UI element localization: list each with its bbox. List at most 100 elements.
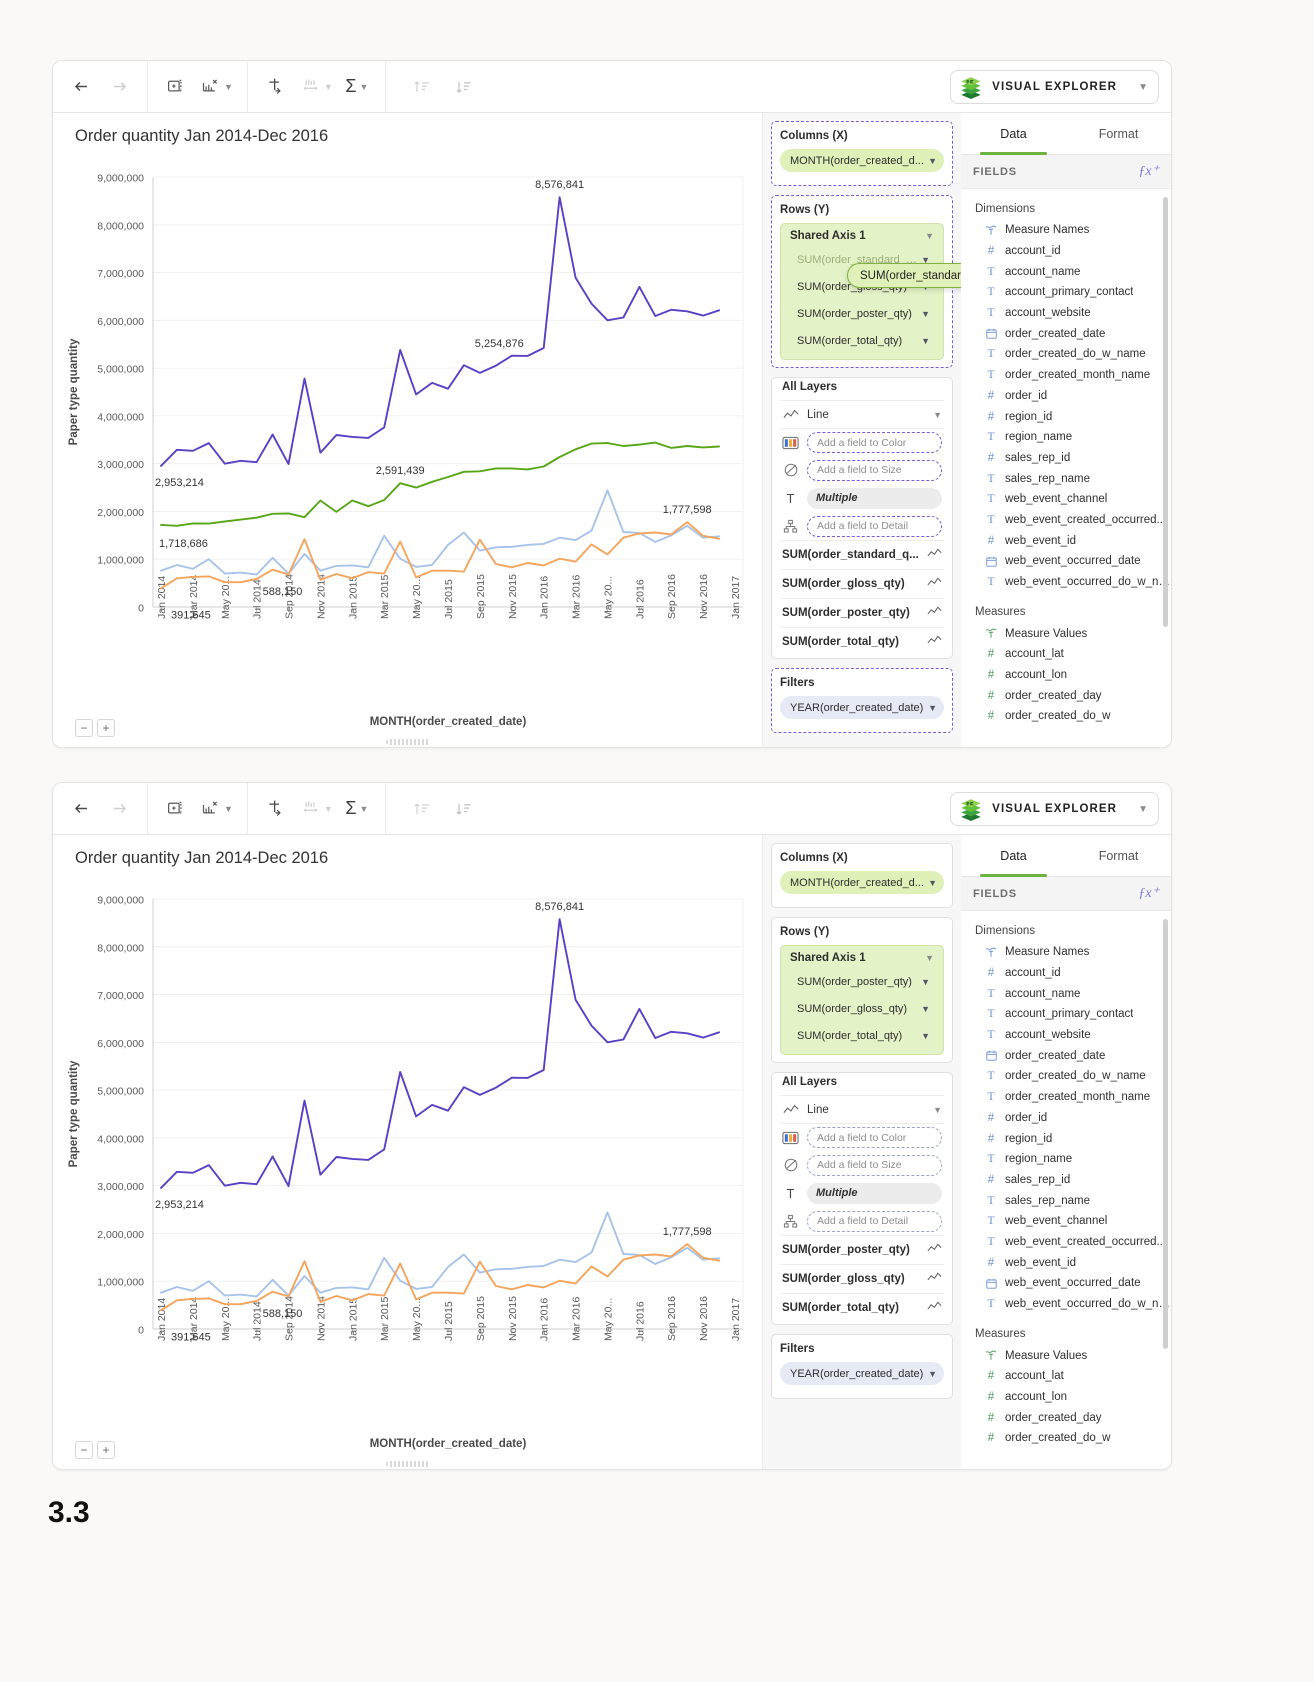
field-item[interactable]: Torder_created_month_name <box>961 1087 1171 1108</box>
field-item[interactable]: Tweb_event_occurred_do_w_na... <box>961 572 1171 593</box>
plot-area-bottom[interactable]: 0 1,000,000 2,000,000 3,000,000 4,000,000 5,0… <box>53 881 762 1469</box>
color-shelf-row[interactable]: Add a field to Color <box>780 1123 944 1151</box>
tab-format[interactable]: Format <box>1066 835 1171 876</box>
field-item[interactable]: Tregion_name <box>961 427 1171 448</box>
text-shelf-row[interactable]: T Multiple <box>780 484 944 512</box>
field-item[interactable]: # order_id <box>961 1108 1171 1129</box>
brand-button[interactable]: VISUAL EXPLORER ▼ <box>950 792 1159 826</box>
field-list-bottom[interactable]: Dimensions Measure Names # account_id Tacco… <box>961 911 1171 1469</box>
field-item[interactable]: Measure Values <box>961 623 1171 644</box>
field-item[interactable]: # sales_rep_id <box>961 448 1171 469</box>
totals-button[interactable]: Σ ▼ <box>343 794 371 824</box>
field-item[interactable]: Measure Names <box>961 220 1171 241</box>
field-item[interactable]: # region_id <box>961 1128 1171 1149</box>
zoom-in-button[interactable]: + <box>97 719 115 737</box>
field-item[interactable]: Taccount_name <box>961 261 1171 282</box>
color-shelf-row[interactable]: Add a field to Color <box>780 428 944 456</box>
layer-row-2[interactable]: SUM(order_total_qty) <box>780 1293 944 1322</box>
text-field-value[interactable]: Multiple <box>807 487 942 509</box>
series-line[interactable] <box>160 1211 721 1298</box>
tab-data[interactable]: Data <box>961 835 1066 877</box>
field-item[interactable]: Tweb_event_channel <box>961 1211 1171 1232</box>
field-item[interactable]: Tweb_event_channel <box>961 489 1171 510</box>
field-item[interactable]: Taccount_primary_contact <box>961 1004 1171 1025</box>
field-item[interactable]: # order_created_do_w <box>961 706 1171 727</box>
field-item[interactable]: # order_created_do_w <box>961 1428 1171 1449</box>
field-item[interactable]: # web_event_id <box>961 1252 1171 1273</box>
field-item[interactable]: Measure Names <box>961 942 1171 963</box>
chevron-down-icon[interactable]: ▼ <box>928 156 937 166</box>
layer-row-1[interactable]: SUM(order_gloss_qty) <box>780 569 944 598</box>
rows-pill-2[interactable]: SUM(order_poster_qty) ▼ <box>787 302 937 325</box>
totals-button[interactable]: Σ ▼ <box>343 72 371 102</box>
field-item[interactable]: # web_event_id <box>961 530 1171 551</box>
measures-list[interactable]: Measure Values # account_lat # account_lon # o… <box>961 623 1171 726</box>
field-item[interactable]: # order_created_day <box>961 685 1171 706</box>
back-button[interactable] <box>67 794 95 824</box>
columns-pill-month[interactable]: MONTH(order_created_d... ▼ <box>780 871 944 894</box>
field-item[interactable]: # account_lon <box>961 1387 1171 1408</box>
detail-field-slot[interactable]: Add a field to Detail <box>807 1210 942 1232</box>
line-chart-svg-top[interactable]: 0 1,000,000 2,000,000 3,000,000 4,000,000 5,0… <box>53 159 763 747</box>
rows-pill-2[interactable]: SUM(order_total_qty) ▼ <box>787 1024 937 1047</box>
field-item[interactable]: web_event_occurred_date <box>961 551 1171 572</box>
rows-pill-1[interactable]: SUM(order_gloss_qty) ▼ <box>787 997 937 1020</box>
field-item[interactable]: Tregion_name <box>961 1149 1171 1170</box>
add-sheet-button[interactable] <box>162 794 190 824</box>
field-item[interactable]: # order_created_day <box>961 1407 1171 1428</box>
series-line[interactable] <box>160 918 721 1189</box>
chevron-down-icon[interactable]: ▼ <box>921 336 930 346</box>
columns-pill-month[interactable]: MONTH(order_created_d... ▼ <box>780 149 944 172</box>
field-item[interactable]: Tweb_event_created_occurred... <box>961 1232 1171 1253</box>
layer-row-3[interactable]: SUM(order_total_qty) <box>780 627 944 656</box>
zoom-out-button[interactable]: − <box>75 719 93 737</box>
size-field-slot[interactable]: Add a field to Size <box>807 1154 942 1176</box>
mark-type-row[interactable]: Line ▼ <box>780 1095 944 1123</box>
swap-axes-button[interactable] <box>262 794 290 824</box>
chevron-down-icon[interactable]: ▼ <box>1138 804 1148 815</box>
field-item[interactable]: Taccount_name <box>961 983 1171 1004</box>
field-item[interactable]: Tsales_rep_name <box>961 1190 1171 1211</box>
field-item[interactable]: Measure Values <box>961 1345 1171 1366</box>
chevron-down-icon[interactable]: ▼ <box>925 231 934 241</box>
color-field-slot[interactable]: Add a field to Color <box>807 432 942 453</box>
field-item[interactable]: # sales_rep_id <box>961 1170 1171 1191</box>
shared-axis-group[interactable]: Shared Axis 1 ▼ SUM(order_poster_qty) ▼ … <box>780 945 944 1055</box>
mark-type-row[interactable]: Line ▼ <box>780 400 944 428</box>
layer-row-1[interactable]: SUM(order_gloss_qty) <box>780 1264 944 1293</box>
chevron-down-icon[interactable]: ▼ <box>928 703 937 713</box>
sort-ascending-button[interactable] <box>408 794 436 824</box>
color-field-slot[interactable]: Add a field to Color <box>807 1127 942 1148</box>
detail-shelf-row[interactable]: Add a field to Detail <box>780 512 944 540</box>
field-item[interactable]: # account_lon <box>961 665 1171 686</box>
filters-pill-year[interactable]: YEAR(order_created_date) ▼ <box>780 696 944 719</box>
size-shelf-row[interactable]: Add a field to Size <box>780 456 944 484</box>
chevron-down-icon[interactable]: ▼ <box>921 1004 930 1014</box>
layer-row-0[interactable]: SUM(order_poster_qty) <box>780 1235 944 1264</box>
layer-row-0[interactable]: SUM(order_standard_q... <box>780 540 944 569</box>
detail-field-slot[interactable]: Add a field to Detail <box>807 515 942 537</box>
tab-format[interactable]: Format <box>1066 113 1171 154</box>
rows-shelf[interactable]: Rows (Y) Shared Axis 1 ▼ SUM(order_poste… <box>771 917 953 1063</box>
add-sheet-button[interactable] <box>162 72 190 102</box>
chevron-down-icon[interactable]: ▼ <box>933 410 942 420</box>
chevron-down-icon[interactable]: ▼ <box>921 1031 930 1041</box>
field-item[interactable]: # account_lat <box>961 1366 1171 1387</box>
chevron-down-icon[interactable]: ▼ <box>925 953 934 963</box>
detail-shelf-row[interactable]: Add a field to Detail <box>780 1207 944 1235</box>
text-field-value[interactable]: Multiple <box>807 1182 942 1204</box>
field-item[interactable]: order_created_date <box>961 1045 1171 1066</box>
series-line[interactable] <box>160 489 721 576</box>
field-item[interactable]: Tweb_event_created_occurred... <box>961 510 1171 531</box>
measures-list[interactable]: Measure Values # account_lat # account_lon # o… <box>961 1345 1171 1448</box>
dragging-pill[interactable]: SUM(order_standard_qty) ▼ <box>847 263 961 288</box>
field-item[interactable]: Taccount_website <box>961 303 1171 324</box>
sort-ascending-button[interactable] <box>408 72 436 102</box>
sort-descending-button[interactable] <box>450 72 478 102</box>
shared-axis-header[interactable]: Shared Axis 1 ▼ <box>787 230 937 248</box>
chevron-down-icon[interactable]: ▼ <box>921 977 930 987</box>
field-item[interactable]: Torder_created_month_name <box>961 365 1171 386</box>
field-item[interactable]: Tsales_rep_name <box>961 468 1171 489</box>
line-chart-svg-bottom[interactable]: 0 1,000,000 2,000,000 3,000,000 4,000,000 5,0… <box>53 881 763 1469</box>
field-list-top[interactable]: Dimensions Measure Names # account_id Tacco… <box>961 189 1171 747</box>
